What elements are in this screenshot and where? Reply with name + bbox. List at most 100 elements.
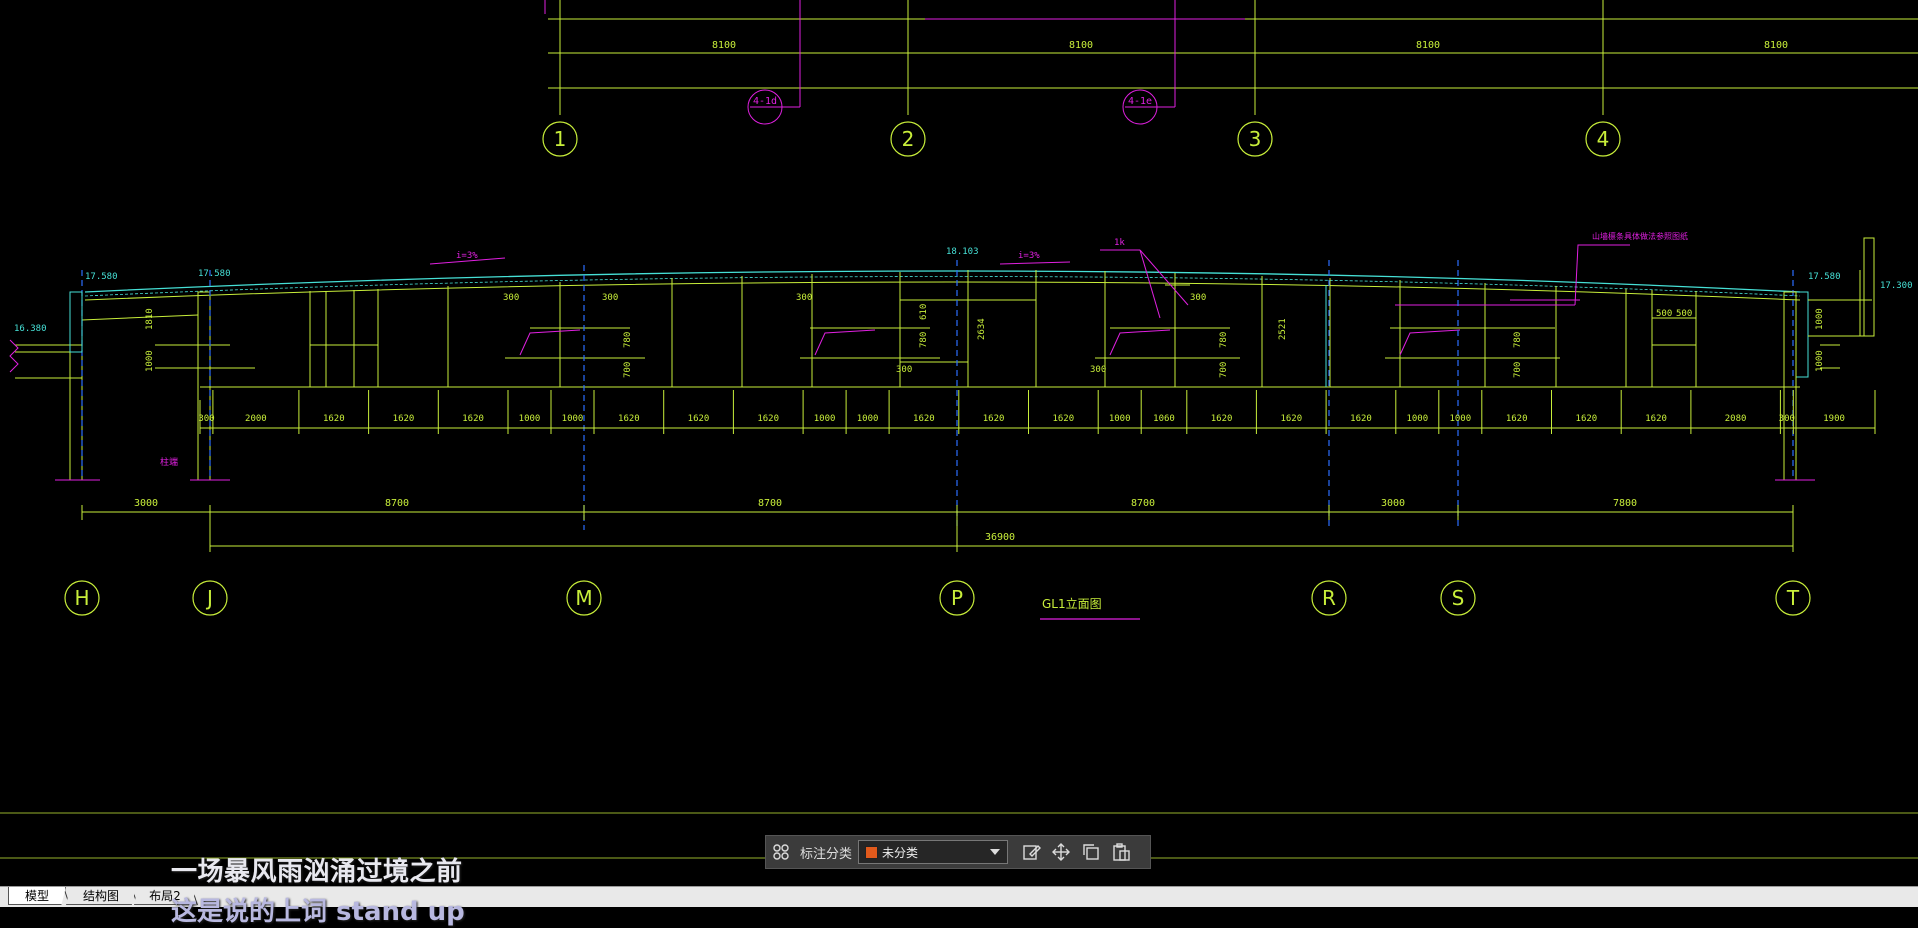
slope-label: i=3%: [1018, 251, 1040, 261]
segment-dim-label: 1620: [462, 414, 484, 424]
slope-label: i=3%: [456, 251, 478, 261]
segment-dim-label: 1620: [1506, 414, 1528, 424]
top-dim-label: 8100: [1764, 40, 1788, 51]
axis-label-1: 1: [554, 127, 567, 151]
axis-label-2: 2: [902, 127, 915, 151]
height-dim: 1000: [145, 350, 155, 372]
axis-label-t: T: [1786, 586, 1800, 610]
annotation-toolbar: 标注分类 未分类: [765, 835, 1151, 869]
bay-dim-line: [81, 505, 1794, 552]
move-icon[interactable]: [1046, 837, 1076, 867]
edit-icon[interactable]: [1016, 837, 1046, 867]
axis-label-r: R: [1322, 586, 1336, 610]
bay-dim-label: 8700: [385, 498, 409, 509]
segment-dim-label: 1620: [1280, 414, 1302, 424]
elevation-mark: 17.580: [198, 269, 231, 279]
bay-dim-label: 3000: [134, 498, 158, 509]
opening-dim: 500: [1676, 309, 1692, 319]
callout-label: 1k: [1114, 238, 1125, 248]
axis-label-4: 4: [1597, 127, 1610, 151]
segment-dim-label: 1620: [393, 414, 415, 424]
top-axis-bubbles: [542, 121, 1621, 157]
segment-dim-label: 1000: [562, 414, 584, 424]
opening-dim: 500: [1656, 309, 1672, 319]
top-dim-label: 8100: [1416, 40, 1440, 51]
elevation-mark: 16.380: [14, 324, 47, 334]
segment-dim-label: 2080: [1725, 414, 1747, 424]
segment-dim-label: 300: [1779, 414, 1795, 424]
axis-label-s: S: [1452, 586, 1465, 610]
segment-dim-label: 1000: [857, 414, 879, 424]
vertical-dim: 780: [919, 332, 929, 348]
vertical-dim: 780: [1513, 332, 1523, 348]
segment-dim-label: 1620: [323, 414, 345, 424]
vertical-dim: 700: [1219, 362, 1229, 378]
top-dim-label: 8100: [1069, 40, 1093, 51]
segment-dim-label: 1000: [1109, 414, 1131, 424]
segment-dim-label: 1620: [1052, 414, 1074, 424]
segment-dim-label: 1620: [983, 414, 1005, 424]
elevation-mark: 18.103: [946, 247, 979, 257]
bay-dim-label: 3000: [1381, 498, 1405, 509]
vertical-dim: 2634: [977, 318, 987, 340]
video-subtitle-second-line: 这是说的上词 stand up: [171, 897, 465, 927]
paste-icon[interactable]: [1106, 837, 1136, 867]
tab-model[interactable]: 模型: [8, 887, 66, 905]
tab-label: 模型: [24, 889, 49, 903]
note-text: 山墙檩条具体做法参照图纸: [1592, 231, 1688, 241]
category-dropdown[interactable]: 未分类: [858, 840, 1009, 864]
axis-label-p: P: [951, 586, 963, 610]
tab-label: 结构图: [82, 889, 119, 903]
axis-label-h: H: [74, 586, 89, 610]
vertical-dim: 610: [919, 304, 929, 320]
bottom-axis-bubbles: [64, 580, 1811, 616]
bay-dim-label: 7800: [1613, 498, 1637, 509]
cad-drawing-area[interactable]: 8100 8100 8100 8100 1 2 3 4 4-1d 4-1e 30…: [0, 0, 1918, 906]
vertical-dim: 700: [1513, 362, 1523, 378]
top-dim-labels: 8100 8100 8100 8100: [712, 40, 1788, 51]
segment-dim-label: 1000: [519, 414, 541, 424]
segment-dim-label: 1620: [688, 414, 710, 424]
segment-dim-label: 1620: [618, 414, 640, 424]
elevation-mark: 17.300: [1880, 281, 1913, 291]
vertical-dim: 780: [623, 332, 633, 348]
elevation-mark: 17.580: [85, 272, 118, 282]
category-value: 未分类: [882, 845, 919, 860]
left-column: [15, 291, 255, 481]
section-mark-label: 4-1d: [753, 96, 777, 107]
vertical-dim: 780: [1219, 332, 1229, 348]
vertical-dim: 700: [623, 362, 633, 378]
video-subtitle: 一场暴风雨汹涌过境之前: [171, 857, 463, 887]
copy-icon[interactable]: [1076, 837, 1106, 867]
segment-dim-label: 1000: [1449, 414, 1471, 424]
axis-label-3: 3: [1249, 127, 1262, 151]
segment-dim-label: 300: [198, 414, 214, 424]
height-dim: 1000: [1815, 308, 1825, 330]
right-column-hatch: [1795, 291, 1809, 378]
annotation-category-label: 标注分类: [800, 846, 853, 862]
category-color-swatch: [865, 845, 879, 859]
opening-dim: 300: [1090, 365, 1106, 375]
segment-dims: 300 2000 1620 1620 1620 1000 1000 1620 1620 1620 1…: [198, 414, 1845, 424]
axis-label-j: J: [205, 586, 213, 610]
opening-dim: 300: [1190, 293, 1206, 303]
axis-label-m: M: [575, 586, 592, 610]
bay-dim-label: 8700: [758, 498, 782, 509]
segment-dim-label: 1620: [1576, 414, 1598, 424]
chevron-down-icon: [990, 849, 1001, 855]
segment-dim-label: 1620: [1211, 414, 1233, 424]
opening-dim: 300: [602, 293, 618, 303]
opening-dim: 300: [503, 293, 519, 303]
left-column-hatch: [69, 291, 83, 353]
total-dim-label: 36900: [985, 532, 1015, 543]
segment-dim-label: 1900: [1823, 414, 1845, 424]
segment-dim-line: [199, 400, 1876, 434]
segment-dim-label: 2000: [245, 414, 267, 424]
segment-dim-label: 1060: [1153, 414, 1175, 424]
grid-icon[interactable]: [766, 837, 796, 867]
segment-dim-label: 1000: [814, 414, 836, 424]
top-dim-label: 8100: [712, 40, 736, 51]
tab-structure-drawing[interactable]: 结构图: [66, 887, 136, 905]
opening-dim: 300: [896, 365, 912, 375]
segment-dim-label: 1620: [1350, 414, 1372, 424]
